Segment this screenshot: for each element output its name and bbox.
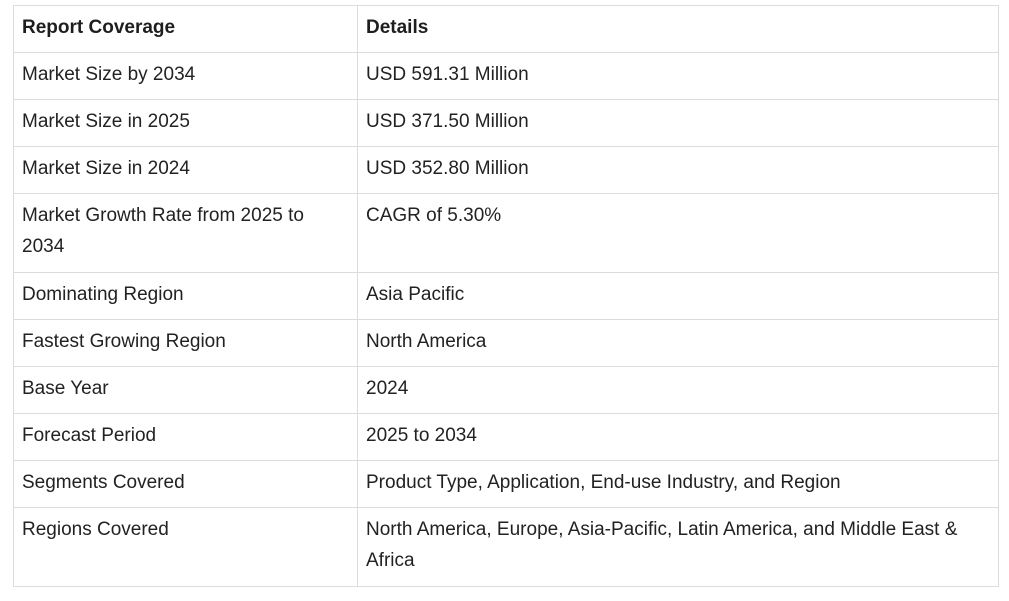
table-row: Market Size by 2034 USD 591.31 Million	[13, 52, 999, 100]
row-label: Forecast Period	[13, 413, 358, 461]
table-row: Base Year 2024	[13, 366, 999, 414]
table-row: Market Size in 2024 USD 352.80 Million	[13, 146, 999, 194]
row-label: Market Size by 2034	[13, 52, 358, 100]
row-value: USD 371.50 Million	[357, 99, 999, 147]
row-label: Dominating Region	[13, 272, 358, 320]
row-label: Market Size in 2024	[13, 146, 358, 194]
row-label: Market Size in 2025	[13, 99, 358, 147]
table-row: Forecast Period 2025 to 2034	[13, 413, 999, 461]
header-report-coverage: Report Coverage	[13, 5, 358, 53]
table-row: Fastest Growing Region North America	[13, 319, 999, 367]
row-value: Product Type, Application, End-use Indus…	[357, 460, 999, 508]
table-row: Dominating Region Asia Pacific	[13, 272, 999, 320]
row-label: Regions Covered	[13, 507, 358, 587]
row-value: CAGR of 5.30%	[357, 193, 999, 273]
row-value: Asia Pacific	[357, 272, 999, 320]
row-value: USD 591.31 Million	[357, 52, 999, 100]
row-label: Base Year	[13, 366, 358, 414]
table-row: Regions Covered North America, Europe, A…	[13, 507, 999, 587]
table-row: Market Growth Rate from 2025 to 2034 CAG…	[13, 193, 999, 273]
header-details: Details	[357, 5, 999, 53]
row-value: North America	[357, 319, 999, 367]
report-coverage-table: Report Coverage Details Market Size by 2…	[13, 5, 999, 587]
table-row: Segments Covered Product Type, Applicati…	[13, 460, 999, 508]
row-value: North America, Europe, Asia-Pacific, Lat…	[357, 507, 999, 587]
row-value: 2024	[357, 366, 999, 414]
row-value: 2025 to 2034	[357, 413, 999, 461]
row-label: Segments Covered	[13, 460, 358, 508]
row-label: Fastest Growing Region	[13, 319, 358, 367]
row-value: USD 352.80 Million	[357, 146, 999, 194]
row-label: Market Growth Rate from 2025 to 2034	[13, 193, 358, 273]
table-header-row: Report Coverage Details	[13, 5, 999, 53]
table-row: Market Size in 2025 USD 371.50 Million	[13, 99, 999, 147]
